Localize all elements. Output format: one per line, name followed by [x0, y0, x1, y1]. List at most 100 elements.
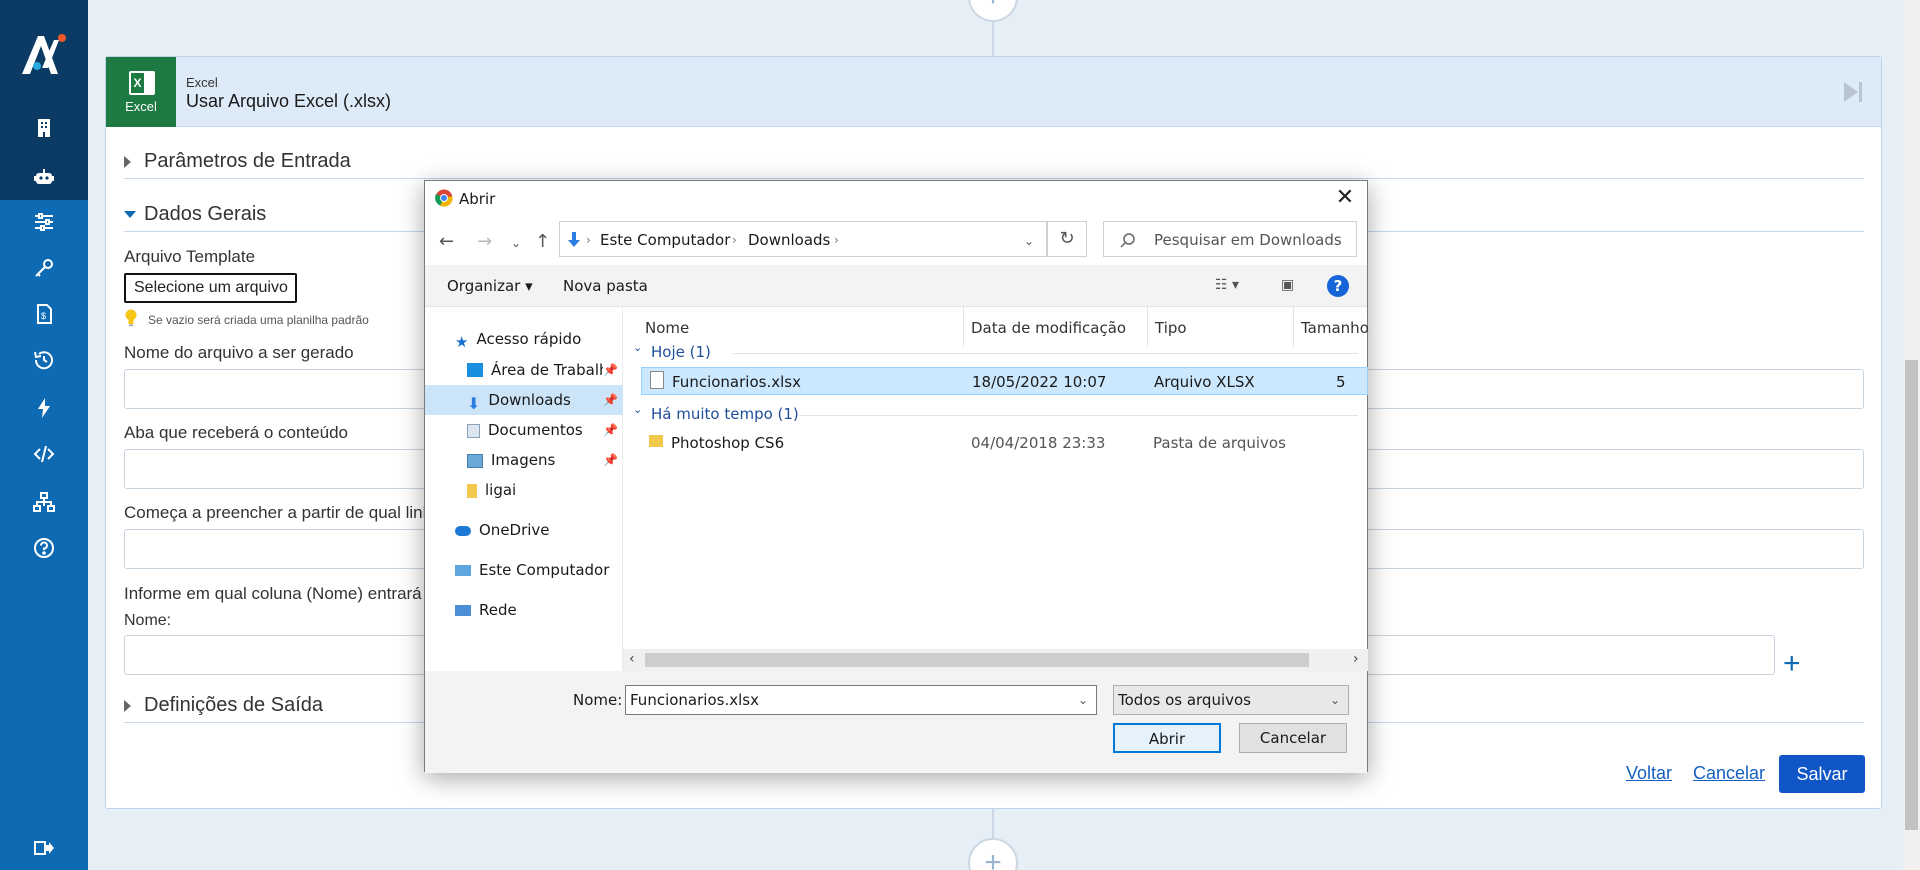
nav-desktop[interactable]: Área de Trabalho [467, 360, 603, 379]
section-title: Definições de Saída [144, 694, 324, 716]
template-hint: Se vazio será criada uma planilha padrão [148, 313, 369, 327]
file-list: Nome Data de modificação Tipo Tamanho ⌄ … [623, 307, 1369, 671]
dialog-footer: Nome: Funcionarios.xlsx ⌄ Todos os arqui… [425, 671, 1367, 773]
filename-label: Nome do arquivo a ser gerado [124, 343, 354, 362]
file-type: Arquivo XLSX [1154, 373, 1255, 391]
back-button[interactable]: Voltar [1626, 763, 1672, 784]
chevron-down-icon[interactable]: ⌄ [1078, 686, 1088, 714]
nav-network[interactable]: Rede [455, 601, 517, 619]
filename-value: Funcionarios.xlsx [630, 691, 759, 709]
close-icon[interactable]: ✕ [1333, 185, 1357, 210]
view-options-icon[interactable]: ☷ ▾ [1215, 277, 1239, 293]
column-header-size[interactable]: Tamanho [1301, 319, 1369, 337]
select-file-button[interactable]: Selecione um arquivo [124, 273, 297, 303]
scroll-right-icon[interactable]: › [1353, 651, 1359, 667]
sidebar: $ [0, 0, 88, 870]
excel-badge-label: Excel [125, 99, 157, 114]
history-icon[interactable] [24, 340, 64, 380]
nav-downloads[interactable]: ⬇ Downloads [425, 385, 623, 415]
save-button[interactable]: Salvar [1779, 755, 1865, 793]
chevron-down-icon[interactable]: ⌄ [633, 341, 642, 354]
column-label: Informe em qual coluna (Nome) entrará o [124, 584, 436, 603]
folder-icon [467, 483, 477, 498]
cancel-button[interactable]: Cancelar [1693, 763, 1765, 784]
file-size: 5 [1336, 373, 1346, 391]
horizontal-scrollbar[interactable]: ‹ › [623, 649, 1368, 671]
section-input-params[interactable]: Parâmetros de Entrada [124, 143, 1864, 179]
skip-next-icon[interactable] [1843, 81, 1863, 103]
scroll-left-icon[interactable]: ‹ [629, 651, 635, 667]
lightbulb-icon [125, 309, 137, 326]
help-icon[interactable]: ? [1327, 275, 1349, 297]
dialog-title: Abrir [459, 190, 496, 208]
dialog-cancel-button[interactable]: Cancelar [1239, 723, 1347, 753]
refresh-icon[interactable]: ↻ [1047, 221, 1087, 257]
file-row[interactable]: Funcionarios.xlsx 18/05/2022 10:07 Arqui… [641, 367, 1368, 395]
building-icon[interactable] [24, 108, 64, 148]
group-long-ago[interactable]: Há muito tempo (1) [651, 405, 799, 423]
pin-icon: 📌 [603, 393, 618, 407]
file-type-select[interactable]: Todos os arquivos ⌄ [1113, 685, 1349, 715]
nav-documents[interactable]: Documentos [467, 421, 583, 439]
folder-icon [649, 435, 663, 447]
logout-icon[interactable] [24, 828, 64, 868]
key-icon[interactable] [24, 248, 64, 288]
chevron-right-icon: › [586, 233, 591, 247]
up-arrow-icon[interactable]: ↑ [535, 231, 550, 252]
file-icon [650, 371, 664, 389]
nav-ligai[interactable]: ligai [467, 481, 516, 499]
help-circle-icon[interactable] [24, 528, 64, 568]
card-title: Usar Arquivo Excel (.xlsx) [186, 91, 392, 111]
navigation-pane: ★Acesso rápido Área de Trabalho 📌 ⬇Downl… [425, 307, 623, 671]
chevron-down-icon[interactable]: ⌄ [1330, 686, 1340, 714]
chevron-down-icon[interactable]: ⌄ [1024, 234, 1034, 248]
search-input[interactable]: Pesquisar em Downloads [1103, 221, 1357, 257]
preview-pane-icon[interactable]: ▣ [1281, 277, 1294, 293]
group-divider [799, 415, 1358, 416]
section-title: Parâmetros de Entrada [144, 150, 351, 172]
chevron-down-icon[interactable]: ⌄ [633, 403, 642, 416]
sliders-icon[interactable] [24, 202, 64, 242]
organize-menu[interactable]: Organizar ▾ [447, 277, 533, 295]
search-placeholder: Pesquisar em Downloads [1154, 231, 1342, 249]
nav-quick-access[interactable]: ★ Acesso rápido [455, 330, 581, 351]
group-divider [733, 353, 1358, 354]
expand-icon [124, 156, 131, 168]
column-header-name[interactable]: Nome [645, 319, 689, 337]
network-icon [455, 605, 471, 616]
back-arrow-icon[interactable]: ← [439, 231, 454, 252]
network-icon[interactable] [24, 482, 64, 522]
code-icon[interactable] [24, 434, 64, 474]
page-scrollbar-thumb[interactable] [1905, 360, 1918, 830]
file-row[interactable]: Photoshop CS6 04/04/2018 23:33 Pasta de … [641, 429, 1368, 457]
recent-locations-icon[interactable]: ⌄ [511, 236, 521, 250]
chrome-icon [435, 189, 453, 207]
invoice-icon[interactable]: $ [24, 294, 64, 334]
desktop-icon [467, 362, 483, 377]
breadcrumb-computer[interactable]: Este Computador [600, 231, 730, 249]
column-header-type[interactable]: Tipo [1155, 319, 1187, 337]
new-folder-button[interactable]: Nova pasta [563, 277, 648, 295]
open-button[interactable]: Abrir [1113, 723, 1221, 753]
lightning-icon[interactable] [24, 388, 64, 428]
app-logo[interactable] [18, 30, 68, 78]
filename-combobox[interactable]: Funcionarios.xlsx ⌄ [625, 685, 1097, 715]
breadcrumb-downloads[interactable]: Downloads [748, 231, 830, 249]
robot-icon[interactable] [0, 154, 88, 200]
address-bar[interactable]: › Este Computador › Downloads › ⌄ [559, 221, 1047, 257]
file-type: Pasta de arquivos [1153, 434, 1286, 452]
pin-icon: 📌 [603, 423, 618, 437]
nav-this-pc[interactable]: Este Computador [455, 561, 609, 579]
column-divider [963, 307, 964, 347]
nav-images[interactable]: Imagens [467, 451, 555, 469]
svg-text:$: $ [41, 311, 46, 321]
nav-onedrive[interactable]: OneDrive [455, 521, 550, 539]
column-header-modified[interactable]: Data de modificação [971, 319, 1126, 337]
scrollbar-thumb[interactable] [645, 653, 1309, 667]
group-today[interactable]: Hoje (1) [651, 343, 711, 361]
computer-icon [455, 565, 471, 576]
image-icon [467, 453, 483, 468]
download-folder-icon [568, 232, 580, 247]
forward-arrow-icon[interactable]: → [477, 231, 492, 252]
add-column-button[interactable]: + [1783, 647, 1801, 681]
